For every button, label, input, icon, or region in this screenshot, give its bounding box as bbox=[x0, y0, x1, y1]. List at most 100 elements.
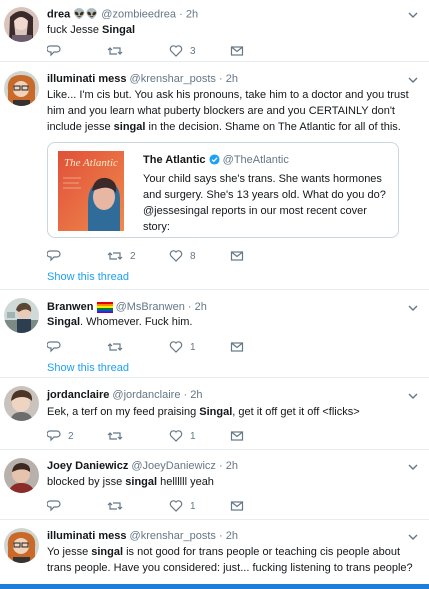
tweet[interactable]: illuminati mess @krenshar_posts · 2h Yo … bbox=[0, 520, 429, 584]
timestamp[interactable]: 2h bbox=[190, 389, 202, 401]
show-thread-link[interactable]: Show this thread bbox=[47, 362, 129, 374]
timestamp[interactable]: 2h bbox=[195, 301, 207, 313]
like-icon bbox=[169, 45, 183, 57]
highlighted-term: singal bbox=[125, 476, 158, 488]
retweet-icon bbox=[107, 343, 123, 351]
chevron-down-icon[interactable] bbox=[407, 391, 419, 401]
direct-message-button[interactable] bbox=[230, 429, 244, 443]
direct-message-icon bbox=[230, 431, 244, 441]
chevron-down-icon[interactable] bbox=[407, 10, 419, 20]
reply-button[interactable] bbox=[47, 44, 68, 58]
direct-message-icon bbox=[230, 501, 244, 511]
avatar[interactable] bbox=[4, 298, 39, 333]
tweet[interactable]: Branwen @MsBranwen · 2h Singal. Whomever… bbox=[0, 290, 429, 378]
direct-message-icon bbox=[230, 342, 244, 352]
timestamp[interactable]: 2h bbox=[226, 530, 238, 542]
tweet-text: fuck Jesse Singal bbox=[47, 22, 417, 38]
like-count: 1 bbox=[190, 430, 196, 442]
chevron-down-icon[interactable] bbox=[407, 462, 419, 472]
user-handle[interactable]: @MsBranwen bbox=[116, 301, 185, 313]
reply-button[interactable]: 2 bbox=[47, 429, 74, 443]
direct-message-button[interactable] bbox=[230, 249, 244, 263]
retweet-button[interactable] bbox=[107, 340, 130, 354]
reply-icon bbox=[47, 45, 61, 57]
quoted-tweet-card[interactable]: The Atlantic The Atlantic @TheAtlantic Y… bbox=[47, 142, 399, 238]
direct-message-icon bbox=[230, 46, 244, 56]
quoted-tweet-header: The Atlantic @TheAtlantic bbox=[143, 154, 289, 166]
quoted-display-name[interactable]: The Atlantic bbox=[143, 154, 206, 166]
tweet-text-part: blocked by jsse bbox=[47, 476, 126, 488]
retweet-button[interactable]: 2 bbox=[107, 249, 136, 263]
avatar[interactable] bbox=[4, 528, 39, 563]
display-name[interactable]: jordanclaire bbox=[47, 389, 109, 401]
user-handle[interactable]: @krenshar_posts bbox=[130, 530, 216, 542]
reply-icon bbox=[47, 500, 61, 512]
highlighted-term: Singal bbox=[47, 316, 81, 328]
chevron-down-icon[interactable] bbox=[407, 75, 419, 85]
tweet[interactable]: Joey Daniewicz @JoeyDaniewicz · 2h block… bbox=[0, 450, 429, 520]
like-icon bbox=[169, 250, 183, 262]
tweet-header: Branwen @MsBranwen · 2h bbox=[47, 301, 207, 314]
retweet-button[interactable] bbox=[107, 499, 130, 513]
tweet-header: illuminati mess @krenshar_posts · 2h bbox=[47, 530, 238, 543]
direct-message-icon bbox=[230, 251, 244, 261]
separator-dot: · bbox=[218, 73, 223, 85]
tweet-text-part: in the decision. Shame on The Atlantic f… bbox=[145, 121, 401, 133]
tweet-actions: 2 1 bbox=[47, 429, 347, 443]
retweet-button[interactable] bbox=[107, 44, 130, 58]
display-name[interactable]: illuminati mess bbox=[47, 73, 126, 85]
like-button[interactable]: 3 bbox=[169, 44, 196, 58]
avatar[interactable] bbox=[4, 71, 39, 106]
timestamp[interactable]: 2h bbox=[226, 73, 238, 85]
tweet-header: Joey Daniewicz @JoeyDaniewicz · 2h bbox=[47, 460, 238, 473]
user-handle[interactable]: @zombieedrea bbox=[101, 8, 176, 20]
like-icon bbox=[169, 341, 183, 353]
display-name[interactable]: illuminati mess bbox=[47, 530, 126, 542]
reply-icon bbox=[47, 250, 61, 262]
tweet-text-part: fuck Jesse bbox=[47, 24, 103, 36]
timestamp[interactable]: 2h bbox=[186, 8, 198, 20]
reply-button[interactable] bbox=[47, 249, 68, 263]
tweet[interactable]: illuminati mess @krenshar_posts · 2h Lik… bbox=[0, 62, 429, 290]
user-handle[interactable]: @jordanclaire bbox=[112, 389, 180, 401]
tweet[interactable]: drea 👽👽 @zombieedrea · 2h fuck Jesse Sin… bbox=[0, 0, 429, 62]
direct-message-button[interactable] bbox=[230, 499, 244, 513]
timestamp[interactable]: 2h bbox=[226, 460, 238, 472]
user-handle[interactable]: @JoeyDaniewicz bbox=[131, 460, 216, 472]
tweet-text: Like... I'm cis but. You ask his pronoun… bbox=[47, 87, 417, 135]
retweet-icon bbox=[107, 47, 123, 55]
like-button[interactable]: 8 bbox=[169, 249, 196, 263]
direct-message-button[interactable] bbox=[230, 44, 244, 58]
tweet[interactable]: jordanclaire @jordanclaire · 2h Eek, a t… bbox=[0, 378, 429, 450]
magazine-cover-image: The Atlantic bbox=[58, 151, 124, 231]
display-name[interactable]: drea bbox=[47, 8, 70, 20]
chevron-down-icon[interactable] bbox=[407, 532, 419, 542]
name-emoji: 👽👽 bbox=[73, 9, 99, 20]
display-name[interactable]: Branwen bbox=[47, 301, 93, 313]
tweet-text-part: hellllll yeah bbox=[157, 476, 214, 488]
chevron-down-icon[interactable] bbox=[407, 303, 419, 313]
like-button[interactable]: 1 bbox=[169, 499, 196, 513]
user-handle[interactable]: @krenshar_posts bbox=[130, 73, 216, 85]
direct-message-button[interactable] bbox=[230, 340, 244, 354]
display-name[interactable]: Joey Daniewicz bbox=[47, 460, 128, 472]
like-button[interactable]: 1 bbox=[169, 429, 196, 443]
separator-dot: · bbox=[187, 301, 192, 313]
reply-button[interactable] bbox=[47, 499, 68, 513]
tweet-text: Singal. Whomever. Fuck him. bbox=[47, 314, 417, 330]
like-icon bbox=[169, 500, 183, 512]
retweet-count: 2 bbox=[130, 250, 136, 262]
avatar[interactable] bbox=[4, 386, 39, 421]
avatar[interactable] bbox=[4, 7, 39, 42]
like-icon bbox=[169, 430, 183, 442]
tweet-text-part: Eek, a terf on my feed praising bbox=[47, 406, 200, 418]
like-button[interactable]: 1 bbox=[169, 340, 196, 354]
show-thread-link[interactable]: Show this thread bbox=[47, 271, 129, 283]
separator-dot: · bbox=[183, 389, 188, 401]
reply-button[interactable] bbox=[47, 340, 68, 354]
avatar[interactable] bbox=[4, 458, 39, 493]
reply-icon bbox=[47, 430, 61, 442]
retweet-button[interactable] bbox=[107, 429, 130, 443]
quoted-user-handle[interactable]: @TheAtlantic bbox=[223, 154, 289, 166]
tweet-text-part: Yo jesse bbox=[47, 546, 92, 558]
